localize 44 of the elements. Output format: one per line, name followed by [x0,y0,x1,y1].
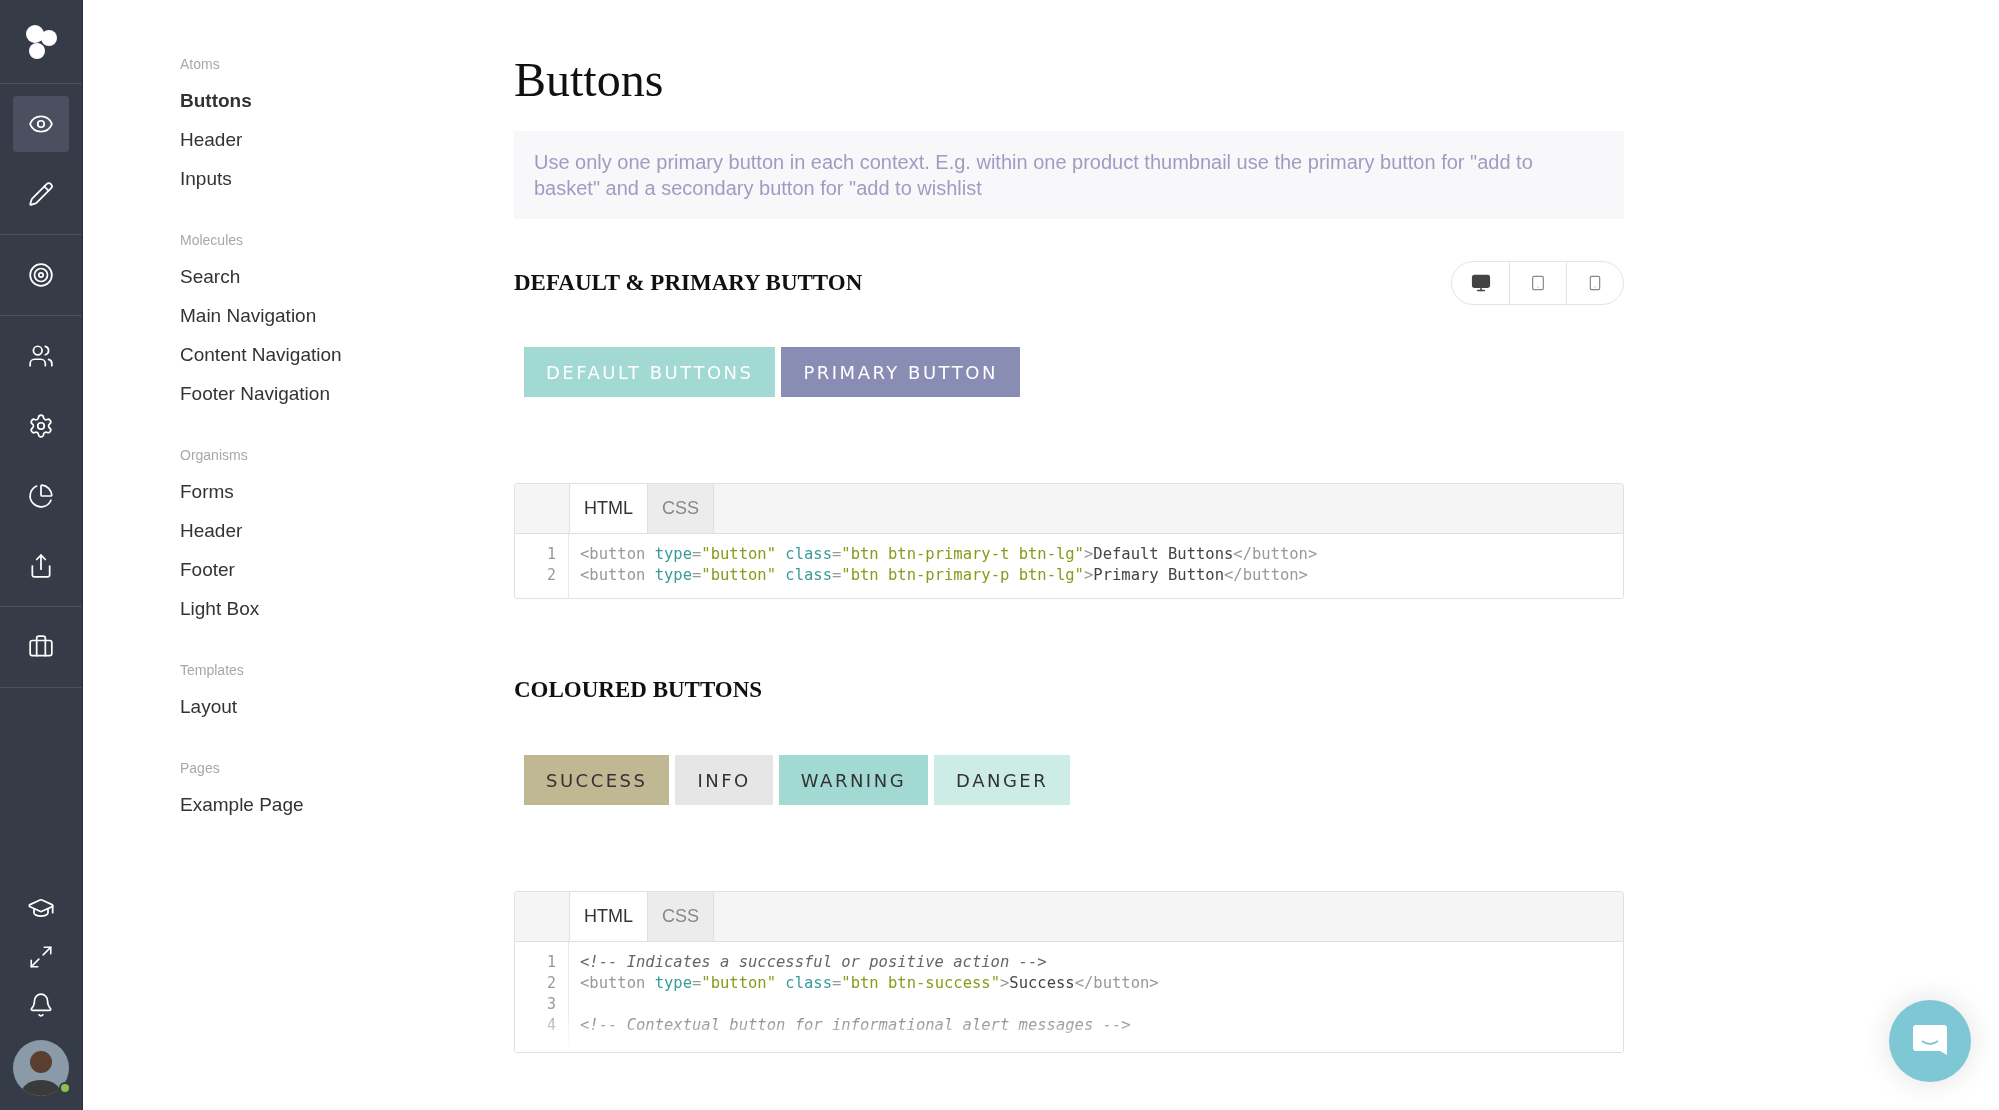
line-number: 3 [545,994,556,1015]
code-line: <button type="button" class="btn btn-success">Success</button> [580,973,1159,994]
section-heading: DEFAULT & PRIMARY BUTTON [514,270,863,296]
sample-button[interactable]: DANGER [934,755,1071,805]
bell-icon[interactable] [28,992,54,1018]
line-number: 1 [545,544,556,565]
logo-icon[interactable] [23,23,59,60]
section-heading: COLOURED BUTTONS [514,677,763,703]
nav-item[interactable]: Main Navigation [180,305,514,327]
nav-item[interactable]: Example Page [180,794,514,816]
nav-item[interactable]: Search [180,266,514,288]
code-line: <button type="button" class="btn btn-primary-p btn-lg">Primary Button</button> [580,565,1309,586]
avatar[interactable] [13,1040,69,1096]
nav-item[interactable]: Footer Navigation [180,383,514,405]
nav-item[interactable]: Layout [180,696,514,718]
line-number: 4 [545,1015,556,1036]
nav-group-label: Pages [180,760,221,776]
nav-item[interactable]: Header [180,520,514,542]
nav-item[interactable]: Footer [180,559,514,581]
nav-item[interactable]: Light Box [180,598,514,620]
expand-icon[interactable] [28,944,54,970]
sample-button[interactable]: SUCCESS [524,755,670,805]
code-line: <button type="button" class="btn btn-primary-t btn-lg">Default Buttons</button> [580,544,1318,565]
eye-icon[interactable] [13,96,69,152]
nav-item[interactable]: Content Navigation [180,344,514,366]
nav-group-label: Molecules [180,232,245,248]
code-tab[interactable]: HTML [569,484,647,533]
sample-button[interactable]: WARNING [778,755,929,805]
usage-note: Use only one primary button in each context. E.g. within one product thumbnail use the primary button for "add to basket" and a secondary button for "add to wishlist [514,131,1624,219]
nav-group-label: Templates [180,662,245,678]
line-number: 2 [545,973,556,994]
sample-button[interactable]: INFO [675,755,773,805]
code-tab[interactable]: HTML [569,892,647,941]
nav-item[interactable]: Buttons [180,90,514,112]
nav-group-label: Atoms [180,56,221,72]
nav-item[interactable]: Header [180,129,514,151]
line-number: 1 [545,952,556,973]
nav-item[interactable]: Inputs [180,168,514,190]
line-number: 2 [545,565,556,586]
code-line: <!-- Indicates a successful or positive action --> [580,952,1048,973]
page-title: Buttons [514,52,665,107]
code-line: <!-- Contextual button for informational alert messages --> [580,1015,1132,1036]
nav-item[interactable]: Forms [180,481,514,503]
nav-group-label: Organisms [180,447,249,463]
